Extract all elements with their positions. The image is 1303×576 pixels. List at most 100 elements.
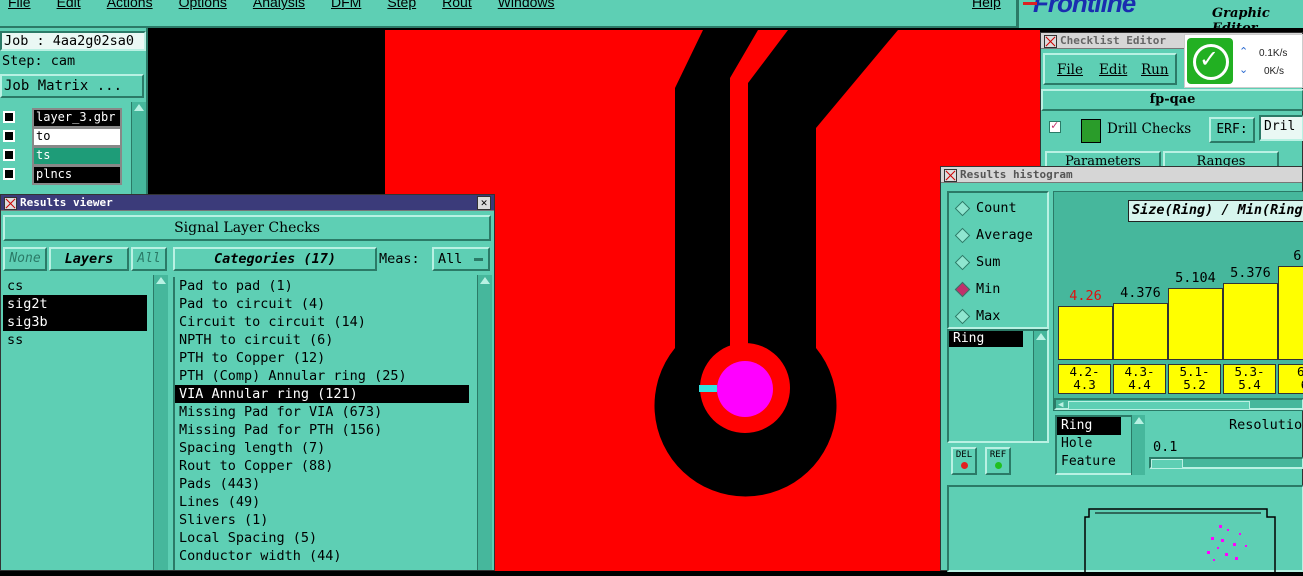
histogram-bar-value: 4.376 [1120, 285, 1161, 301]
menu-file[interactable]: File [8, 0, 31, 10]
layer-row[interactable]: ts [0, 146, 130, 166]
mode-radio-count[interactable]: Count [949, 199, 1047, 226]
layer-scrollbar[interactable] [131, 102, 146, 194]
checkbox-icon[interactable]: ✓ [1049, 118, 1061, 133]
category-item[interactable]: Rout to Copper (88) [175, 457, 469, 475]
mode-label: Min [976, 281, 1001, 297]
attribute-list-scrollbar[interactable] [1131, 415, 1145, 475]
category-item[interactable]: Pad to circuit (4) [175, 295, 469, 313]
layer-name[interactable]: to [32, 127, 122, 147]
resolution-slider[interactable] [1149, 457, 1303, 469]
category-item[interactable]: Circuit to circuit (14) [175, 313, 469, 331]
checklist-menu-file[interactable]: File [1057, 62, 1083, 78]
layers-label: Layers [49, 247, 129, 271]
slider-handle[interactable] [1151, 459, 1183, 469]
network-speed-widget: ✓ ⌃ 0.1K/s ⌄ 0K/s [1184, 34, 1303, 88]
window-menu-icon[interactable] [4, 196, 17, 210]
category-item[interactable]: NPTH to circuit (6) [175, 331, 469, 349]
layer-checkbox-icon[interactable] [3, 111, 15, 123]
menu-options[interactable]: Options [179, 0, 227, 10]
checklist-menu-run[interactable]: Run [1141, 62, 1169, 78]
window-menu-icon[interactable] [944, 168, 957, 182]
layer-row[interactable]: to [0, 127, 130, 147]
category-item[interactable]: Pad to pad (1) [175, 277, 469, 295]
violation-marker[interactable] [699, 385, 717, 392]
layer-list-scrollbar[interactable] [153, 275, 168, 570]
layer-row[interactable]: layer_3.gbr [0, 108, 130, 128]
histogram-bar[interactable] [1223, 283, 1278, 360]
histogram-chart-title: Size(Ring) / Min(Ring) [1128, 200, 1303, 222]
measure-list-scrollbar[interactable] [1033, 331, 1047, 441]
layer-list[interactable]: cs sig2t sig3b ss [3, 277, 150, 570]
layer-row[interactable]: plncs [0, 165, 130, 185]
mode-radio-average[interactable]: Average [949, 226, 1047, 253]
layer-name[interactable]: plncs [32, 165, 122, 185]
category-item[interactable]: PTH to Copper (12) [175, 349, 469, 367]
menu-rout[interactable]: Rout [442, 0, 472, 10]
window-menu-icon[interactable] [1044, 34, 1057, 48]
ref-button[interactable]: REF [985, 447, 1011, 475]
drill-checks-row[interactable]: ✓ Drill Checks ERF: Dril [1041, 115, 1303, 145]
none-button[interactable]: None [3, 247, 47, 271]
layer-checkbox-icon[interactable] [3, 149, 15, 161]
brand-area: Frontline Graphic Editor [1016, 0, 1303, 36]
job-matrix-button[interactable]: Job Matrix ... [0, 74, 144, 98]
histogram-bar[interactable] [1278, 266, 1303, 360]
category-list-scrollbar[interactable] [477, 275, 492, 570]
radio-icon [954, 308, 971, 324]
histogram-hscrollbar[interactable]: ◀ [1054, 398, 1303, 410]
all-layers-button[interactable]: All [131, 247, 167, 271]
category-item[interactable]: Local Spacing (5) [175, 529, 469, 547]
resolution-label: Resolutio [1229, 417, 1303, 433]
histogram-bar-value: 5.104 [1175, 270, 1216, 286]
category-item[interactable]: Pads (443) [175, 475, 469, 493]
mode-label: Sum [976, 254, 1001, 270]
category-item[interactable]: Missing Pad for PTH (156) [175, 421, 469, 439]
mode-radio-sum[interactable]: Sum [949, 253, 1047, 280]
category-list[interactable]: Pad to pad (1) Pad to circuit (4) Circuit … [173, 277, 473, 570]
menu-help[interactable]: Help [972, 0, 1001, 10]
category-item[interactable]: Spacing length (7) [175, 439, 469, 457]
erf-label: ERF: [1209, 117, 1255, 143]
menu-windows[interactable]: Windows [498, 0, 555, 10]
check-header: Signal Layer Checks [3, 215, 491, 241]
results-viewer-titlebar[interactable]: Results viewer ✕ [1, 195, 494, 211]
result-layer-item[interactable]: ss [3, 331, 147, 349]
meas-select[interactable]: All [432, 247, 490, 271]
attribute-list[interactable]: Ring Hole Feature [1055, 415, 1133, 475]
result-layer-item[interactable]: sig2t [3, 295, 147, 313]
category-item[interactable]: Conductor width (44) [175, 547, 469, 565]
attribute-item[interactable]: Hole [1057, 435, 1121, 453]
layer-name[interactable]: layer_3.gbr [32, 108, 122, 128]
menu-edit[interactable]: Edit [57, 0, 81, 10]
radio-icon [954, 200, 971, 216]
layer-name[interactable]: ts [32, 146, 122, 166]
category-item[interactable]: Missing Pad for VIA (673) [175, 403, 469, 421]
mode-radio-min[interactable]: Min [949, 280, 1047, 307]
mode-label: Count [976, 200, 1017, 216]
category-item[interactable]: VIA Annular ring (121) [175, 385, 469, 403]
close-icon[interactable]: ✕ [477, 196, 491, 210]
menu-analysis[interactable]: Analysis [253, 0, 305, 10]
category-item[interactable]: Slivers (1) [175, 511, 469, 529]
histogram-bar[interactable] [1113, 303, 1168, 360]
drill-hole [717, 361, 773, 417]
layer-checkbox-icon[interactable] [3, 168, 15, 180]
measure-item[interactable]: Ring [949, 331, 1023, 347]
checklist-menu-edit[interactable]: Edit [1099, 62, 1127, 78]
result-layer-item[interactable]: cs [3, 277, 147, 295]
histogram-bar[interactable] [1168, 288, 1223, 360]
menu-actions[interactable]: Actions [107, 0, 153, 10]
category-item[interactable]: Lines (49) [175, 493, 469, 511]
attribute-item[interactable]: Feature [1057, 453, 1121, 471]
menu-step[interactable]: Step [387, 0, 416, 10]
layer-checkbox-icon[interactable] [3, 130, 15, 142]
menu-dfm[interactable]: DFM [331, 0, 361, 10]
histogram-titlebar[interactable]: Results histogram [941, 167, 1302, 183]
histogram-bar[interactable] [1058, 306, 1113, 360]
attribute-item[interactable]: Ring [1057, 417, 1121, 435]
del-button[interactable]: DEL [951, 447, 977, 475]
category-item[interactable]: PTH (Comp) Annular ring (25) [175, 367, 469, 385]
result-layer-item[interactable]: sig3b [3, 313, 147, 331]
erf-field[interactable]: Dril [1259, 115, 1303, 141]
